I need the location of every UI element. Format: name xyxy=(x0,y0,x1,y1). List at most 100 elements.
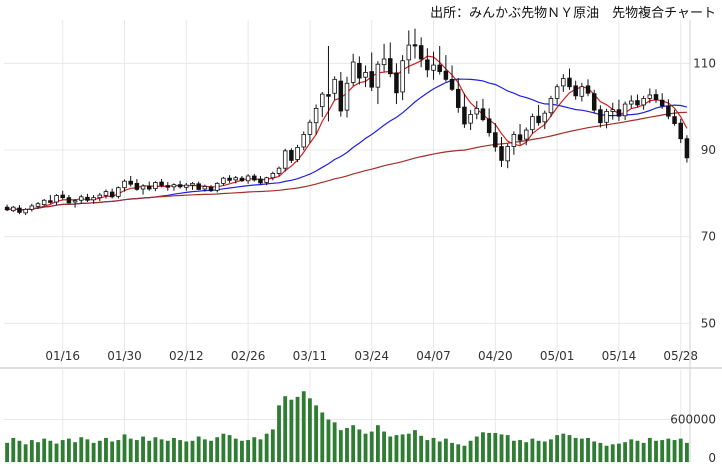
candle-body xyxy=(616,109,622,117)
volume-bar xyxy=(91,442,96,462)
candle-body xyxy=(647,94,653,99)
candle-body xyxy=(418,45,424,60)
price-tick-label: 90 xyxy=(701,143,716,157)
volume-bar xyxy=(36,442,40,462)
volume-bar xyxy=(530,438,535,462)
candle-body xyxy=(41,199,47,205)
volume-bar xyxy=(332,422,337,462)
volume-tick-label: 600000 xyxy=(670,413,716,427)
candle-body xyxy=(29,205,35,210)
candle-body xyxy=(462,106,467,125)
candle-body xyxy=(573,85,578,97)
date-tick-label: 05/14 xyxy=(602,349,637,363)
candle-body xyxy=(60,194,65,199)
candle-body xyxy=(350,61,356,83)
price-tick-label: 70 xyxy=(701,230,716,244)
volume-bar xyxy=(320,412,325,462)
candle-body xyxy=(146,185,152,190)
candle-body xyxy=(103,191,109,196)
candle-body xyxy=(567,77,572,88)
volume-bar xyxy=(301,391,306,462)
volume-bar xyxy=(178,440,183,462)
candle-body xyxy=(332,78,337,94)
candle-body xyxy=(190,182,195,186)
volume-bar xyxy=(29,440,34,462)
date-tick-label: 04/07 xyxy=(416,349,451,363)
volume-bar xyxy=(549,439,553,462)
date-tick-label: 05/01 xyxy=(540,349,575,363)
candle-body xyxy=(177,184,183,188)
volume-bar xyxy=(141,436,145,462)
candle-body xyxy=(400,60,405,93)
candle-body xyxy=(208,186,214,192)
volume-bar xyxy=(363,433,368,462)
volume-bar xyxy=(66,438,71,462)
composite-candlestick-chart: 50 70 90 110 01/16 01/30 02/12 02/26 03/11 03/24 0… xyxy=(0,20,722,465)
candle-body xyxy=(536,115,541,124)
candle-body xyxy=(635,100,640,106)
date-tick-label: 03/11 xyxy=(293,349,328,363)
candle-body xyxy=(301,133,306,148)
candle-body xyxy=(486,118,492,134)
volume-bar xyxy=(283,396,288,462)
volume-bar xyxy=(97,440,102,462)
candle-body xyxy=(499,146,504,161)
candle-body xyxy=(629,100,634,105)
candle-body xyxy=(171,184,177,188)
volume-bar xyxy=(579,438,584,462)
volume-bar xyxy=(165,440,170,462)
candle-body xyxy=(585,85,591,94)
candle-body xyxy=(239,177,245,182)
candle-body xyxy=(474,108,480,115)
candle-body xyxy=(11,206,16,212)
volume-bar xyxy=(289,399,294,462)
volume-bar xyxy=(184,441,189,462)
candle-body xyxy=(338,80,344,112)
candle-body xyxy=(561,78,566,87)
volume-bar xyxy=(345,428,349,462)
volume-bar xyxy=(326,419,331,462)
candle-body xyxy=(270,172,276,179)
candle-body xyxy=(530,116,535,131)
volume-bar xyxy=(134,440,139,462)
volume-bar xyxy=(110,441,115,462)
candle-body xyxy=(449,78,455,90)
candle-body xyxy=(493,132,498,148)
date-tick-label: 02/26 xyxy=(231,349,266,363)
volume-bar xyxy=(252,437,257,462)
candle-body xyxy=(134,182,140,190)
date-tick-label: 03/24 xyxy=(354,349,389,363)
volume-bar xyxy=(462,445,467,462)
candle-body xyxy=(591,93,597,111)
volume-tick-label: 0 xyxy=(708,451,716,465)
volume-bar xyxy=(598,442,603,462)
volume-bar xyxy=(351,425,356,462)
volume-bar xyxy=(499,434,504,462)
volume-bar xyxy=(17,440,22,462)
volume-bar xyxy=(233,438,238,462)
volume-bar xyxy=(357,429,362,462)
volume-bar xyxy=(474,436,479,462)
candle-body xyxy=(153,182,158,189)
candle-body xyxy=(85,196,90,201)
volume-bar xyxy=(246,440,251,462)
volume-bar xyxy=(400,434,405,462)
axes xyxy=(0,20,722,462)
volume-bar xyxy=(314,405,319,462)
candle-body xyxy=(78,196,84,201)
volume-bar xyxy=(413,430,417,462)
volume-bar xyxy=(190,440,195,462)
volume-bar xyxy=(542,441,547,462)
candle-body xyxy=(598,109,603,124)
candle-body xyxy=(313,108,319,124)
candle-body xyxy=(35,203,41,207)
tick-labels: 50 70 90 110 01/16 01/30 02/12 02/26 03/11 03/24 0… xyxy=(45,56,716,465)
volume-bar xyxy=(338,430,343,462)
candle-body xyxy=(369,71,374,88)
candle-body xyxy=(264,177,269,183)
volume-bar xyxy=(375,425,380,462)
volume-bar xyxy=(573,437,578,462)
volume-bar xyxy=(79,437,84,462)
candle-body xyxy=(548,98,554,114)
candle-body xyxy=(678,122,683,140)
